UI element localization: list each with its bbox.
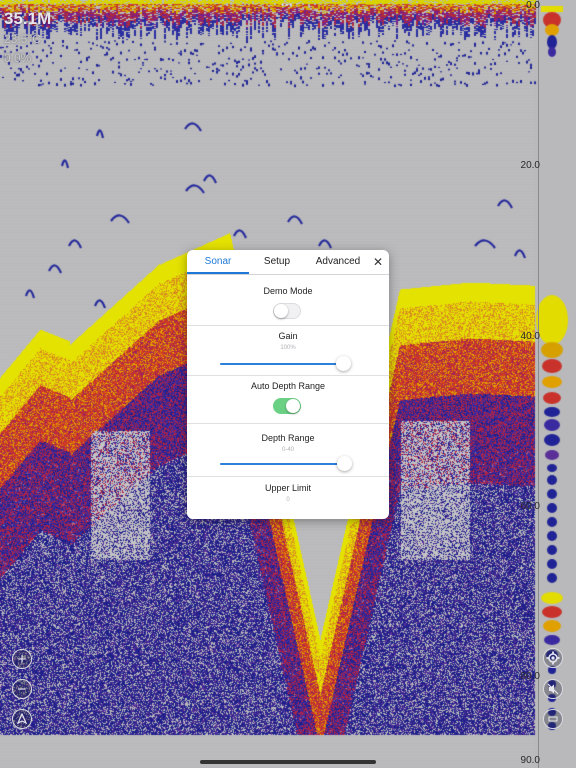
setting-auto-depth-range: Auto Depth Range — [187, 376, 389, 424]
gear-icon — [546, 651, 560, 665]
sonar-settings-dialog: Sonar Setup Advanced ✕ Demo Mode Gain 10… — [187, 250, 389, 519]
plus-icon: + — [17, 650, 27, 668]
mute-button[interactable] — [543, 679, 563, 699]
close-icon: ✕ — [372, 255, 384, 269]
slider-fill — [220, 463, 345, 465]
setting-demo-mode: Demo Mode — [187, 275, 389, 326]
depth-readout: 35.1M — [4, 9, 52, 28]
range-button[interactable] — [543, 709, 563, 729]
drag-handle[interactable]: ••• — [281, 1, 295, 10]
gain-slider[interactable] — [220, 356, 351, 372]
tab-sonar[interactable]: Sonar — [187, 250, 249, 274]
temperature-readout: 23.5°C — [4, 32, 41, 46]
slider-thumb[interactable] — [335, 356, 351, 371]
setting-label: Gain — [278, 331, 298, 341]
gain-value: 100% — [280, 345, 296, 351]
depth-tick-90: 90.0 — [520, 755, 540, 766]
tab-advanced[interactable]: Advanced — [305, 250, 371, 274]
range-icon — [548, 716, 558, 722]
depth-range-value: 0-40 — [281, 447, 294, 453]
close-button[interactable]: ✕ — [370, 250, 386, 274]
depth-range-slider[interactable] — [220, 456, 353, 472]
tab-setup[interactable]: Setup — [249, 250, 305, 274]
depth-tick-20: 20.0 — [520, 160, 540, 171]
slider-thumb[interactable] — [337, 456, 353, 471]
depth-tick-40: 40.0 — [520, 331, 540, 342]
minus-icon: − — [17, 680, 27, 698]
settings-tab-bar: Sonar Setup Advanced ✕ — [187, 250, 389, 275]
demo-mode-toggle[interactable] — [273, 303, 301, 319]
setting-depth-range: Depth Range 0-40 — [187, 424, 389, 477]
setting-label: Depth Range — [261, 433, 315, 443]
setting-gain: Gain 100% — [187, 326, 389, 376]
auto-depth-range-toggle[interactable] — [273, 398, 301, 414]
depth-tick-80: 80.0 — [520, 671, 540, 682]
slider-fill — [220, 363, 343, 365]
depth-tick-60: 60.0 — [520, 501, 540, 512]
navigation-icon — [16, 713, 28, 725]
home-indicator[interactable] — [200, 760, 376, 764]
setting-label: Upper Limit — [264, 483, 311, 493]
percent-readout: 0.0% — [4, 51, 32, 65]
active-tab-indicator — [187, 272, 249, 274]
depth-tick-0: 0.0 — [526, 0, 540, 11]
navigation-button[interactable] — [12, 709, 32, 729]
mute-icon — [547, 683, 559, 695]
settings-button[interactable] — [543, 648, 563, 668]
zoom-out-button[interactable]: − — [12, 679, 32, 699]
setting-label: Auto Depth Range — [250, 381, 326, 391]
toggle-knob — [286, 399, 300, 413]
toggle-knob — [274, 304, 288, 318]
setting-label: Demo Mode — [263, 286, 313, 296]
depth-scale-line — [538, 0, 539, 768]
zoom-in-button[interactable]: + — [12, 649, 32, 669]
upper-limit-value: 0 — [286, 497, 290, 503]
setting-upper-limit: Upper Limit 0 — [187, 477, 389, 519]
